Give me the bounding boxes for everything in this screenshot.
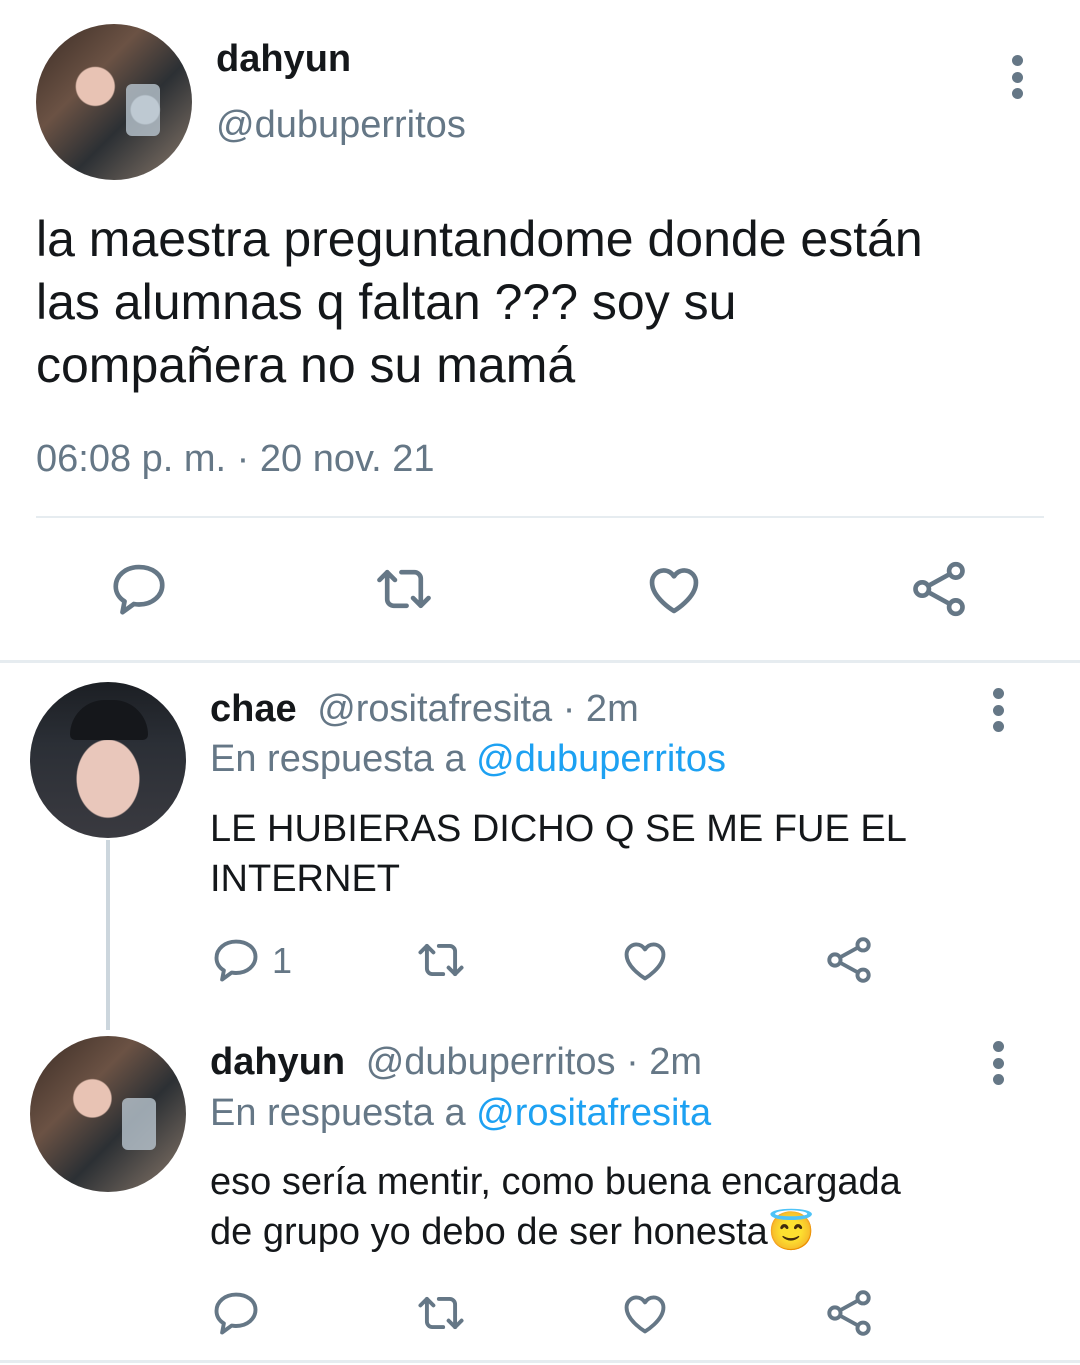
reply-text-line: de grupo yo debo de ser honesta😇: [210, 1207, 901, 1257]
thread-line: [106, 840, 110, 1030]
more-icon[interactable]: [1010, 55, 1024, 99]
reply-to-line: En respuesta a @dubuperritos: [210, 738, 726, 781]
reply-to-link[interactable]: @rositafresita: [476, 1092, 711, 1134]
tweet-text: la maestra preguntandome donde están las…: [36, 208, 923, 397]
reply-icon[interactable]: [210, 1287, 262, 1339]
reply-icon[interactable]: [108, 558, 170, 620]
reply-prefix: En respuesta a: [210, 1092, 466, 1134]
retweet-icon[interactable]: [373, 558, 435, 620]
author-name[interactable]: dahyun: [210, 1041, 345, 1083]
like-icon[interactable]: [643, 558, 705, 620]
reply-text-line: INTERNET: [210, 858, 400, 900]
avatar-dahyun[interactable]: [36, 24, 192, 180]
avatar-chae[interactable]: [30, 682, 186, 838]
reply-count: 1: [272, 940, 293, 981]
reply-prefix: En respuesta a: [210, 738, 466, 780]
more-icon[interactable]: [991, 1041, 1005, 1085]
author-name[interactable]: dahyun: [216, 38, 351, 81]
reply-text-line: LE HUBIERAS DICHO Q SE ME FUE EL: [210, 808, 907, 850]
author-meta[interactable]: @rositafresita · 2m: [317, 688, 639, 730]
reply-to-line: En respuesta a @rositafresita: [210, 1092, 711, 1135]
author-name[interactable]: chae: [210, 688, 297, 730]
like-icon[interactable]: [619, 934, 671, 986]
divider: [0, 1360, 1080, 1363]
reply-to-link[interactable]: @dubuperritos: [476, 738, 726, 780]
reply-header: chae @rositafresita · 2m: [210, 688, 639, 731]
reply-text: LE HUBIERAS DICHO Q SE ME FUE EL INTERNE…: [210, 804, 907, 904]
angel-emoji: 😇: [767, 1211, 816, 1253]
reply-text-line: eso sería mentir, como buena encargada: [210, 1161, 901, 1203]
author-handle[interactable]: @dubuperritos: [216, 104, 466, 147]
like-icon[interactable]: [619, 1287, 671, 1339]
more-icon[interactable]: [991, 688, 1005, 732]
share-icon[interactable]: [823, 934, 875, 986]
divider: [36, 516, 1044, 518]
avatar-dahyun[interactable]: [30, 1036, 186, 1192]
author-meta[interactable]: @dubuperritos · 2m: [366, 1041, 702, 1083]
share-icon[interactable]: [908, 558, 970, 620]
divider: [0, 660, 1080, 663]
share-icon[interactable]: [823, 1287, 875, 1339]
retweet-icon[interactable]: [415, 1287, 467, 1339]
reply-text: eso sería mentir, como buena encargada d…: [210, 1157, 901, 1257]
reply-header: dahyun @dubuperritos · 2m: [210, 1041, 702, 1084]
retweet-icon[interactable]: [415, 934, 467, 986]
reply-icon[interactable]: [210, 934, 262, 986]
tweet-timestamp[interactable]: 06:08 p. m. · 20 nov. 21: [36, 438, 435, 481]
tweet-text-line: la maestra preguntandome donde están: [36, 211, 923, 267]
tweet-text-line: compañera no su mamá: [36, 337, 576, 393]
reply-text-fragment: de grupo yo debo de ser honesta: [210, 1211, 768, 1253]
tweet-text-line: las alumnas q faltan ??? soy su: [36, 274, 737, 330]
